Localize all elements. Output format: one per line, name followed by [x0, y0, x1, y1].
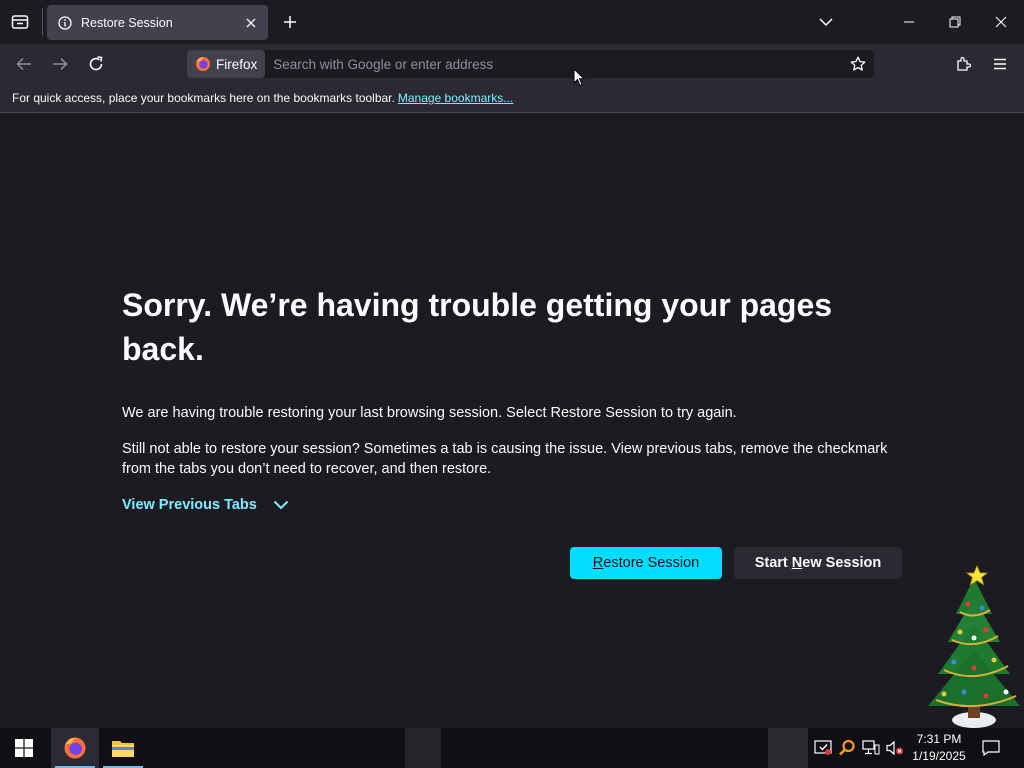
close-icon — [995, 16, 1007, 28]
extensions-icon — [957, 56, 972, 71]
error-help-text: Still not able to restore your session? … — [122, 441, 888, 477]
identity-box[interactable]: Firefox — [187, 50, 266, 78]
taskbar-background-shape — [405, 728, 441, 768]
tab-separator — [42, 8, 43, 36]
system-clock[interactable]: 7:31 PM 1/19/2025 — [906, 731, 972, 765]
address-input[interactable] — [265, 50, 844, 78]
tab-close-button[interactable] — [239, 11, 263, 35]
action-center-button[interactable] — [978, 736, 1004, 760]
network-icon — [862, 740, 880, 755]
page-content: Sorry. We’re having trouble getting your… — [0, 113, 1024, 728]
back-button[interactable] — [10, 50, 38, 78]
reload-button[interactable] — [82, 50, 110, 78]
windows-taskbar: 7:31 PM 1/19/2025 — [0, 728, 1024, 768]
list-all-tabs-button[interactable] — [812, 8, 840, 36]
identity-label: Firefox — [216, 56, 258, 72]
tray-security[interactable] — [813, 738, 833, 758]
navigation-toolbar: Firefox — [0, 44, 1024, 84]
security-icon — [814, 740, 832, 755]
view-previous-tabs-label: View Previous Tabs — [122, 497, 257, 513]
new-session-accesskey: N — [791, 555, 803, 571]
start-new-session-button[interactable]: Start New Session — [734, 547, 902, 579]
url-bar[interactable]: Firefox — [187, 50, 874, 78]
minimize-icon — [904, 21, 914, 23]
restore-label: estore Session — [603, 555, 700, 571]
plus-icon — [284, 16, 296, 28]
volume-muted-icon — [886, 740, 903, 756]
taskbar-file-explorer[interactable] — [99, 728, 147, 768]
forward-button[interactable] — [46, 50, 74, 78]
new-session-label-before: Start — [754, 555, 792, 571]
restore-down-button[interactable] — [932, 0, 978, 44]
restore-icon — [949, 16, 961, 28]
chevron-down-icon — [273, 500, 289, 510]
start-button[interactable] — [0, 728, 48, 768]
tab-list-icon — [11, 15, 29, 29]
menu-icon — [994, 58, 1006, 70]
new-session-label-after: ew Session — [802, 555, 882, 571]
back-arrow-icon — [16, 57, 31, 71]
notification-icon — [982, 740, 1000, 756]
restore-session-button[interactable]: Restore Session — [570, 547, 722, 579]
error-description: We are having trouble restoring your las… — [122, 405, 737, 421]
page-title: Sorry. We’re having trouble getting your… — [122, 287, 833, 367]
reload-icon — [89, 56, 103, 71]
chevron-down-icon — [819, 18, 833, 27]
search-icon — [839, 739, 855, 756]
firefox-logo-icon — [64, 737, 86, 759]
taskbar-firefox[interactable] — [51, 728, 99, 768]
info-icon — [57, 15, 73, 31]
close-icon — [246, 18, 256, 27]
tray-volume[interactable] — [885, 738, 905, 758]
bookmark-star-button[interactable] — [844, 50, 872, 78]
tab-strip: Restore Session — [0, 0, 1024, 44]
star-icon — [850, 56, 866, 71]
close-window-button[interactable] — [978, 0, 1024, 44]
taskbar-background-shape — [768, 728, 808, 768]
app-menu-button[interactable] — [986, 50, 1014, 78]
manage-bookmarks-link[interactable]: Manage bookmarks... — [398, 91, 513, 105]
firefox-logo-icon — [196, 57, 210, 71]
forward-arrow-icon — [53, 57, 68, 71]
extensions-button[interactable] — [950, 50, 978, 78]
mouse-cursor — [573, 68, 585, 87]
bookmarks-hint-text: For quick access, place your bookmarks h… — [12, 91, 395, 105]
new-tab-button[interactable] — [276, 8, 304, 36]
view-previous-tabs-toggle[interactable]: View Previous Tabs — [122, 497, 289, 513]
restore-accesskey: R — [592, 555, 604, 571]
minimize-button[interactable] — [886, 0, 932, 44]
tray-network[interactable] — [861, 738, 881, 758]
firefox-view-button[interactable] — [6, 8, 34, 36]
clock-time: 7:31 PM — [916, 732, 962, 746]
bookmarks-toolbar: For quick access, place your bookmarks h… — [0, 84, 1024, 113]
file-explorer-icon — [112, 741, 134, 757]
tray-search[interactable] — [837, 738, 857, 758]
tab-restore-session[interactable]: Restore Session — [47, 5, 268, 40]
clock-date: 1/19/2025 — [912, 749, 966, 763]
christmas-tree-decoration — [928, 564, 1020, 728]
tab-title: Restore Session — [81, 15, 173, 30]
windows-start-icon — [15, 739, 33, 757]
